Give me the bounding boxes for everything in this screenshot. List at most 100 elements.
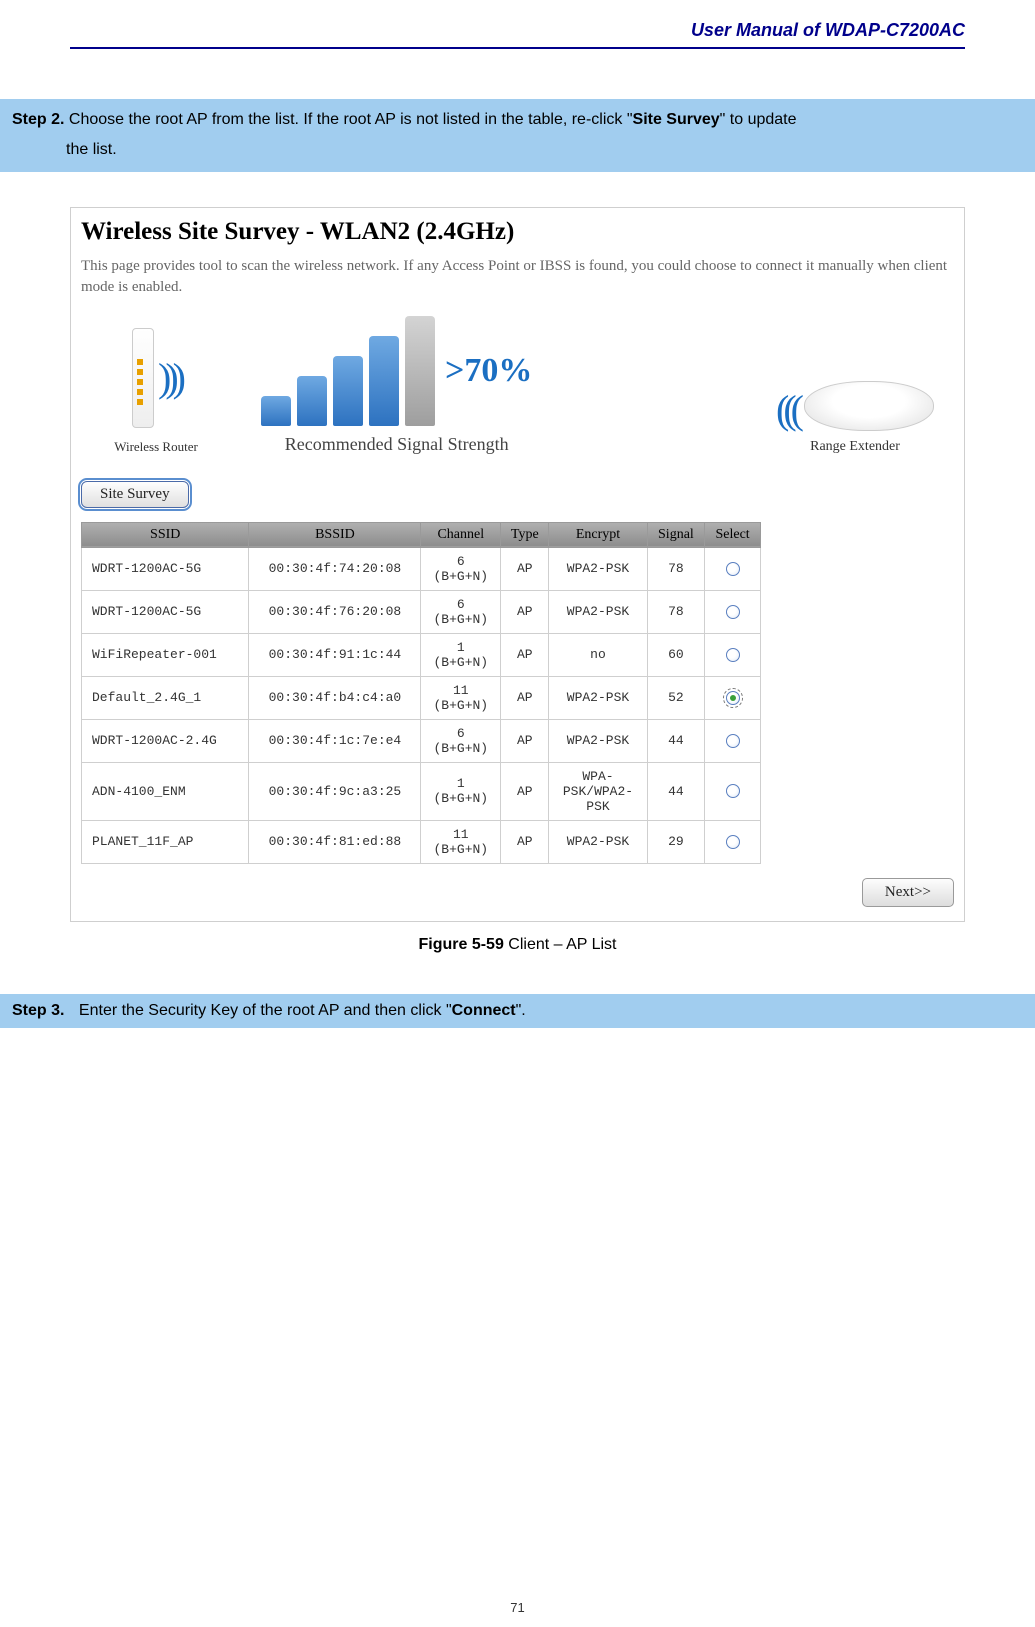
cell-channel: 6(B+G+N) [421,547,501,590]
figure-desc: This page provides tool to scan the wire… [81,256,954,298]
table-row: WDRT-1200AC-5G00:30:4f:74:20:086(B+G+N)A… [82,547,761,590]
cell-select[interactable] [705,590,761,633]
cell-select[interactable] [705,633,761,676]
cell-ssid: Default_2.4G_1 [82,676,249,719]
cell-ssid: WDRT-1200AC-2.4G [82,719,249,762]
cell-bssid: 00:30:4f:74:20:08 [249,547,421,590]
extender-label: Range Extender [776,439,934,455]
cell-select[interactable] [705,762,761,820]
th-select: Select [705,522,761,547]
th-ssid: SSID [82,522,249,547]
cell-encrypt: WPA2-PSK [549,719,647,762]
cell-ssid: PLANET_11F_AP [82,820,249,863]
step3-block: Step 3. Enter the Security Key of the ro… [0,994,1035,1028]
cell-type: AP [501,820,549,863]
th-encrypt: Encrypt [549,522,647,547]
cell-select[interactable] [705,676,761,719]
cell-bssid: 00:30:4f:81:ed:88 [249,820,421,863]
table-row: Default_2.4G_100:30:4f:b4:c4:a011(B+G+N)… [82,676,761,719]
extender-icon [804,381,934,431]
figure-caption: Figure 5-59 Client – AP List [70,936,965,954]
th-bssid: BSSID [249,522,421,547]
cell-channel: 11(B+G+N) [421,820,501,863]
cell-encrypt: no [549,633,647,676]
cell-select[interactable] [705,820,761,863]
cell-type: AP [501,719,549,762]
diagram-row: ))) Wireless Router >70% Recommended Sig… [81,316,954,455]
select-radio[interactable] [726,784,740,798]
signal-block: >70% Recommended Signal Strength [261,316,532,455]
signal-label: Recommended Signal Strength [261,434,532,455]
cell-signal: 29 [647,820,705,863]
cell-channel: 6(B+G+N) [421,719,501,762]
step3-text-b: ". [516,1002,526,1019]
caption-rest: Client – AP List [504,936,617,953]
step2-label: Step 2. [12,105,64,135]
cell-select[interactable] [705,547,761,590]
wifi-waves-icon: ))) [158,358,180,398]
cell-ssid: WDRT-1200AC-5G [82,547,249,590]
cell-type: AP [501,590,549,633]
cell-bssid: 00:30:4f:9c:a3:25 [249,762,421,820]
step2-text-b: " to update [720,111,797,128]
router-block: ))) Wireless Router [81,328,231,455]
step2-text-a: Choose the root AP from the list. If the… [69,111,633,128]
signal-percent: >70% [445,352,532,390]
step2-text-c: the list. [66,141,117,158]
select-radio[interactable] [726,605,740,619]
cell-type: AP [501,547,549,590]
figure-title: Wireless Site Survey - WLAN2 (2.4GHz) [81,218,954,246]
cell-select[interactable] [705,719,761,762]
page-number: 71 [510,1600,524,1615]
table-row: WDRT-1200AC-2.4G00:30:4f:1c:7e:e46(B+G+N… [82,719,761,762]
doc-header: User Manual of WDAP-C7200AC [70,20,965,49]
th-signal: Signal [647,522,705,547]
header-title: User Manual of WDAP-C7200AC [691,20,965,40]
cell-channel: 1(B+G+N) [421,633,501,676]
step3-bold: Connect [452,1002,516,1019]
signal-bars-icon [261,316,435,426]
cell-signal: 44 [647,719,705,762]
extender-block: ((( Range Extender [776,381,934,455]
step2-bold: Site Survey [633,111,720,128]
cell-signal: 60 [647,633,705,676]
select-radio[interactable] [726,734,740,748]
select-radio[interactable] [726,648,740,662]
cell-encrypt: WPA2-PSK [549,590,647,633]
table-row: PLANET_11F_AP00:30:4f:81:ed:8811(B+G+N)A… [82,820,761,863]
cell-ssid: WiFiRepeater-001 [82,633,249,676]
cell-signal: 52 [647,676,705,719]
cell-type: AP [501,676,549,719]
cell-encrypt: WPA2-PSK [549,547,647,590]
next-button[interactable]: Next>> [862,878,954,907]
cell-bssid: 00:30:4f:91:1c:44 [249,633,421,676]
step3-text-a: Enter the Security Key of the root AP an… [79,1002,452,1019]
cell-signal: 78 [647,590,705,633]
cell-encrypt: WPA2-PSK [549,676,647,719]
caption-bold: Figure 5-59 [418,936,503,953]
wifi-waves-left-icon: ((( [776,390,798,430]
table-header-row: SSID BSSID Channel Type Encrypt Signal S… [82,522,761,547]
select-radio[interactable] [726,562,740,576]
select-radio[interactable] [726,691,740,705]
cell-encrypt: WPA-PSK/WPA2-PSK [549,762,647,820]
step3-label: Step 3. [12,1002,64,1019]
site-survey-button[interactable]: Site Survey [81,481,189,508]
table-row: ADN-4100_ENM00:30:4f:9c:a3:251(B+G+N)APW… [82,762,761,820]
cell-type: AP [501,633,549,676]
cell-channel: 1(B+G+N) [421,762,501,820]
cell-bssid: 00:30:4f:76:20:08 [249,590,421,633]
cell-channel: 6(B+G+N) [421,590,501,633]
cell-encrypt: WPA2-PSK [549,820,647,863]
table-row: WDRT-1200AC-5G00:30:4f:76:20:086(B+G+N)A… [82,590,761,633]
cell-ssid: WDRT-1200AC-5G [82,590,249,633]
cell-signal: 44 [647,762,705,820]
ap-list-table: SSID BSSID Channel Type Encrypt Signal S… [81,522,761,864]
cell-signal: 78 [647,547,705,590]
table-row: WiFiRepeater-00100:30:4f:91:1c:441(B+G+N… [82,633,761,676]
th-type: Type [501,522,549,547]
select-radio[interactable] [726,835,740,849]
cell-ssid: ADN-4100_ENM [82,762,249,820]
th-channel: Channel [421,522,501,547]
router-icon [132,328,154,428]
